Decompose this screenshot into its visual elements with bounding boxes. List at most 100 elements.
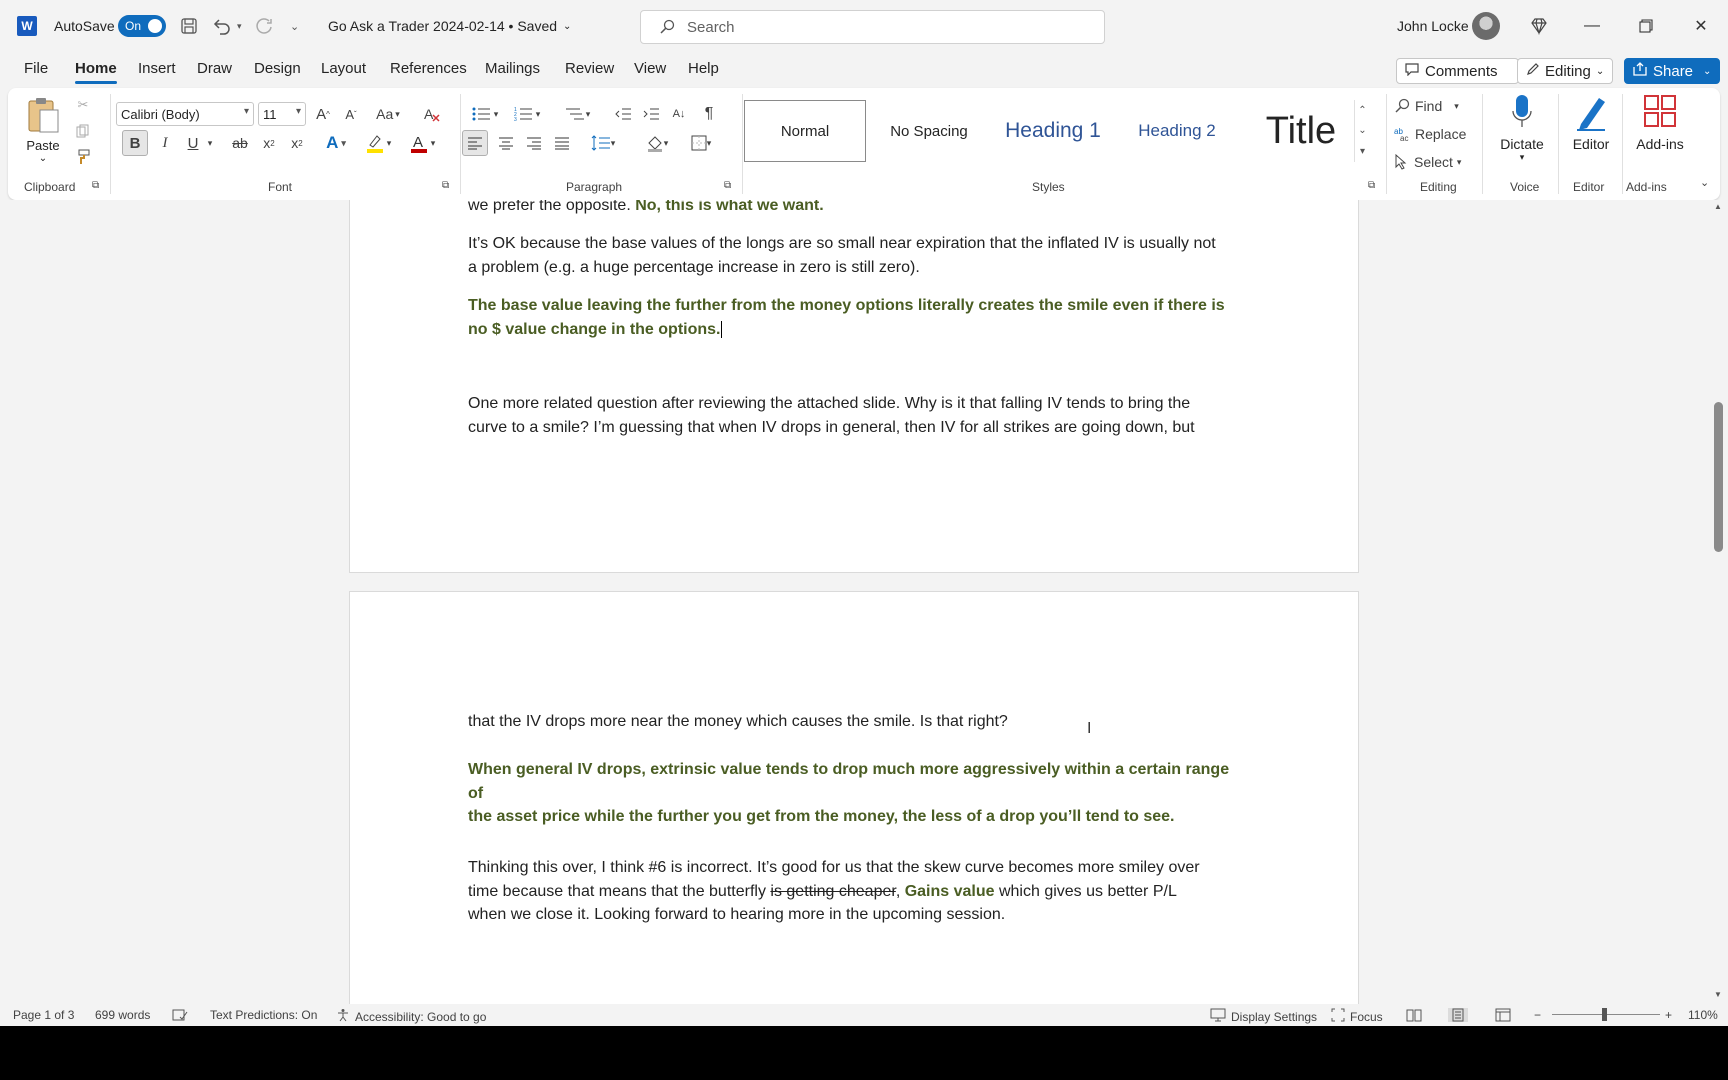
clear-formatting-icon[interactable]: A	[420, 102, 444, 126]
restore-icon[interactable]	[1623, 0, 1669, 52]
web-layout-icon[interactable]	[1495, 1008, 1511, 1022]
tab-draw[interactable]: Draw	[197, 60, 232, 77]
show-formatting-marks-icon[interactable]: ¶	[698, 102, 720, 126]
select-button[interactable]: Select ▾	[1394, 150, 1461, 174]
numbering-icon[interactable]: 1 2 3 ▾	[508, 102, 546, 126]
display-settings-button[interactable]: Display Settings	[1210, 1008, 1317, 1025]
add-ins-button[interactable]: Add-ins	[1628, 94, 1692, 152]
paragraph[interactable]: It’s OK because the base values of the l…	[468, 232, 1248, 279]
autosave-toggle[interactable]: On	[118, 0, 166, 52]
style-no-spacing[interactable]: No Spacing	[868, 100, 990, 162]
print-layout-icon[interactable]	[1448, 1008, 1468, 1022]
scroll-thumb[interactable]	[1714, 402, 1723, 552]
minimize-icon[interactable]: —	[1569, 0, 1615, 52]
replace-button[interactable]: ab ac Replace	[1394, 122, 1466, 146]
tab-layout[interactable]: Layout	[321, 60, 366, 77]
diamond-icon[interactable]	[1530, 0, 1548, 52]
gallery-more-icon[interactable]: ▾	[1360, 146, 1365, 157]
read-mode-icon[interactable]	[1406, 1008, 1422, 1022]
tab-home[interactable]: Home	[75, 60, 117, 84]
chevron-down-icon[interactable]: ⌄	[1358, 125, 1366, 136]
align-center-button[interactable]	[494, 130, 518, 156]
paragraph[interactable]: One more related question after reviewin…	[468, 392, 1248, 439]
tab-review[interactable]: Review	[565, 60, 614, 77]
undo-dropdown-icon[interactable]: ▾	[237, 0, 242, 52]
shading-icon[interactable]: ▾	[638, 130, 676, 156]
style-heading-1[interactable]: Heading 1	[992, 100, 1114, 162]
collapse-ribbon-icon[interactable]: ⌄	[1700, 176, 1709, 189]
clipboard-launcher-icon[interactable]: ⧉	[92, 180, 99, 191]
undo-icon[interactable]	[212, 0, 232, 52]
strikethrough-button[interactable]: ab	[228, 130, 252, 156]
styles-launcher-icon[interactable]: ⧉	[1368, 180, 1375, 191]
bold-button[interactable]: B	[122, 130, 148, 156]
avatar[interactable]	[1472, 0, 1500, 52]
paragraph-launcher-icon[interactable]: ⧉	[724, 180, 731, 191]
scroll-down-icon[interactable]: ▼	[1714, 990, 1722, 999]
sort-icon[interactable]: A↓	[668, 102, 690, 126]
share-button[interactable]: Share ⌄	[1624, 58, 1720, 84]
increase-indent-icon[interactable]	[640, 102, 662, 126]
font-size-combo[interactable]: 11 ▾	[258, 102, 306, 126]
decrease-indent-icon[interactable]	[612, 102, 634, 126]
tab-design[interactable]: Design	[254, 60, 301, 77]
word-count[interactable]: 699 words	[95, 1008, 150, 1022]
comments-button[interactable]: Comments	[1396, 58, 1519, 84]
save-icon[interactable]	[180, 0, 198, 52]
shrink-font-icon[interactable]: Aˇ	[340, 102, 362, 126]
focus-button[interactable]: Focus	[1331, 1008, 1383, 1025]
text-predictions-status[interactable]: Text Predictions: On	[210, 1008, 317, 1022]
tab-view[interactable]: View	[634, 60, 666, 77]
superscript-button[interactable]: x2	[286, 130, 308, 156]
align-left-button[interactable]	[462, 130, 488, 156]
find-button[interactable]: Find ▾	[1394, 94, 1459, 118]
search-box[interactable]: Search	[640, 10, 1105, 44]
subscript-button[interactable]: x2	[258, 130, 280, 156]
paragraph[interactable]: we prefer the opposite. No, this is what…	[468, 200, 1248, 218]
tab-file[interactable]: File	[24, 60, 48, 77]
text-effects-icon[interactable]: A ▾	[318, 130, 354, 156]
paragraph[interactable]: Thinking this over, I think #6 is incorr…	[468, 856, 1248, 927]
paragraph-answer[interactable]: When general IV drops, extrinsic value t…	[468, 758, 1248, 829]
dictate-button[interactable]: Dictate ▾	[1492, 94, 1552, 163]
underline-dropdown-icon[interactable]: ▾	[204, 130, 216, 156]
paragraph-answer[interactable]: The base value leaving the further from …	[468, 294, 1248, 341]
editing-mode-button[interactable]: Editing ⌄	[1517, 58, 1613, 84]
chevron-up-icon[interactable]: ⌃	[1358, 105, 1366, 116]
bullets-icon[interactable]: ▾	[466, 102, 504, 126]
copy-icon[interactable]	[72, 120, 94, 142]
highlight-color-icon[interactable]: ▾	[360, 130, 396, 156]
customize-qat-icon[interactable]: ⌄	[290, 0, 299, 52]
borders-icon[interactable]: ▾	[682, 130, 720, 156]
styles-gallery-scroll[interactable]: ⌃ ⌄ ▾	[1354, 100, 1370, 162]
document-title[interactable]: Go Ask a Trader 2024-02-14 • Saved ⌄	[328, 0, 571, 52]
format-painter-icon[interactable]	[72, 146, 94, 168]
page-count[interactable]: Page 1 of 3	[13, 1008, 74, 1022]
scroll-up-icon[interactable]: ▲	[1714, 202, 1722, 211]
italic-button[interactable]: I	[154, 130, 176, 156]
style-title[interactable]: Title	[1240, 100, 1362, 162]
user-name[interactable]: John Locke	[1397, 0, 1469, 52]
tab-references[interactable]: References	[390, 60, 467, 77]
accessibility-status[interactable]: Accessibility: Good to go	[336, 1008, 486, 1025]
tab-insert[interactable]: Insert	[138, 60, 176, 77]
style-normal[interactable]: Normal	[744, 100, 866, 162]
zoom-in-icon[interactable]: +	[1665, 1008, 1672, 1022]
redo-icon[interactable]	[254, 0, 274, 52]
underline-button[interactable]: U	[182, 130, 204, 156]
tab-help[interactable]: Help	[688, 60, 719, 77]
vertical-scrollbar[interactable]: ▲ ▼	[1710, 200, 1728, 1004]
font-name-combo[interactable]: Calibri (Body) ▾	[116, 102, 254, 126]
multilevel-list-icon[interactable]: ▾	[558, 102, 596, 126]
zoom-out-icon[interactable]: −	[1534, 1008, 1541, 1022]
proofing-icon[interactable]	[172, 1008, 188, 1022]
change-case-icon[interactable]: Aa ▾	[370, 102, 406, 126]
zoom-level[interactable]: 110%	[1688, 1008, 1718, 1022]
cut-icon[interactable]: ✂	[72, 94, 94, 116]
tab-mailings[interactable]: Mailings	[485, 60, 540, 77]
font-launcher-icon[interactable]: ⧉	[442, 180, 449, 191]
grow-font-icon[interactable]: A ^	[312, 102, 334, 126]
editor-button[interactable]: Editor	[1564, 94, 1618, 152]
line-spacing-icon[interactable]: ▾	[584, 130, 622, 156]
justify-button[interactable]	[550, 130, 574, 156]
